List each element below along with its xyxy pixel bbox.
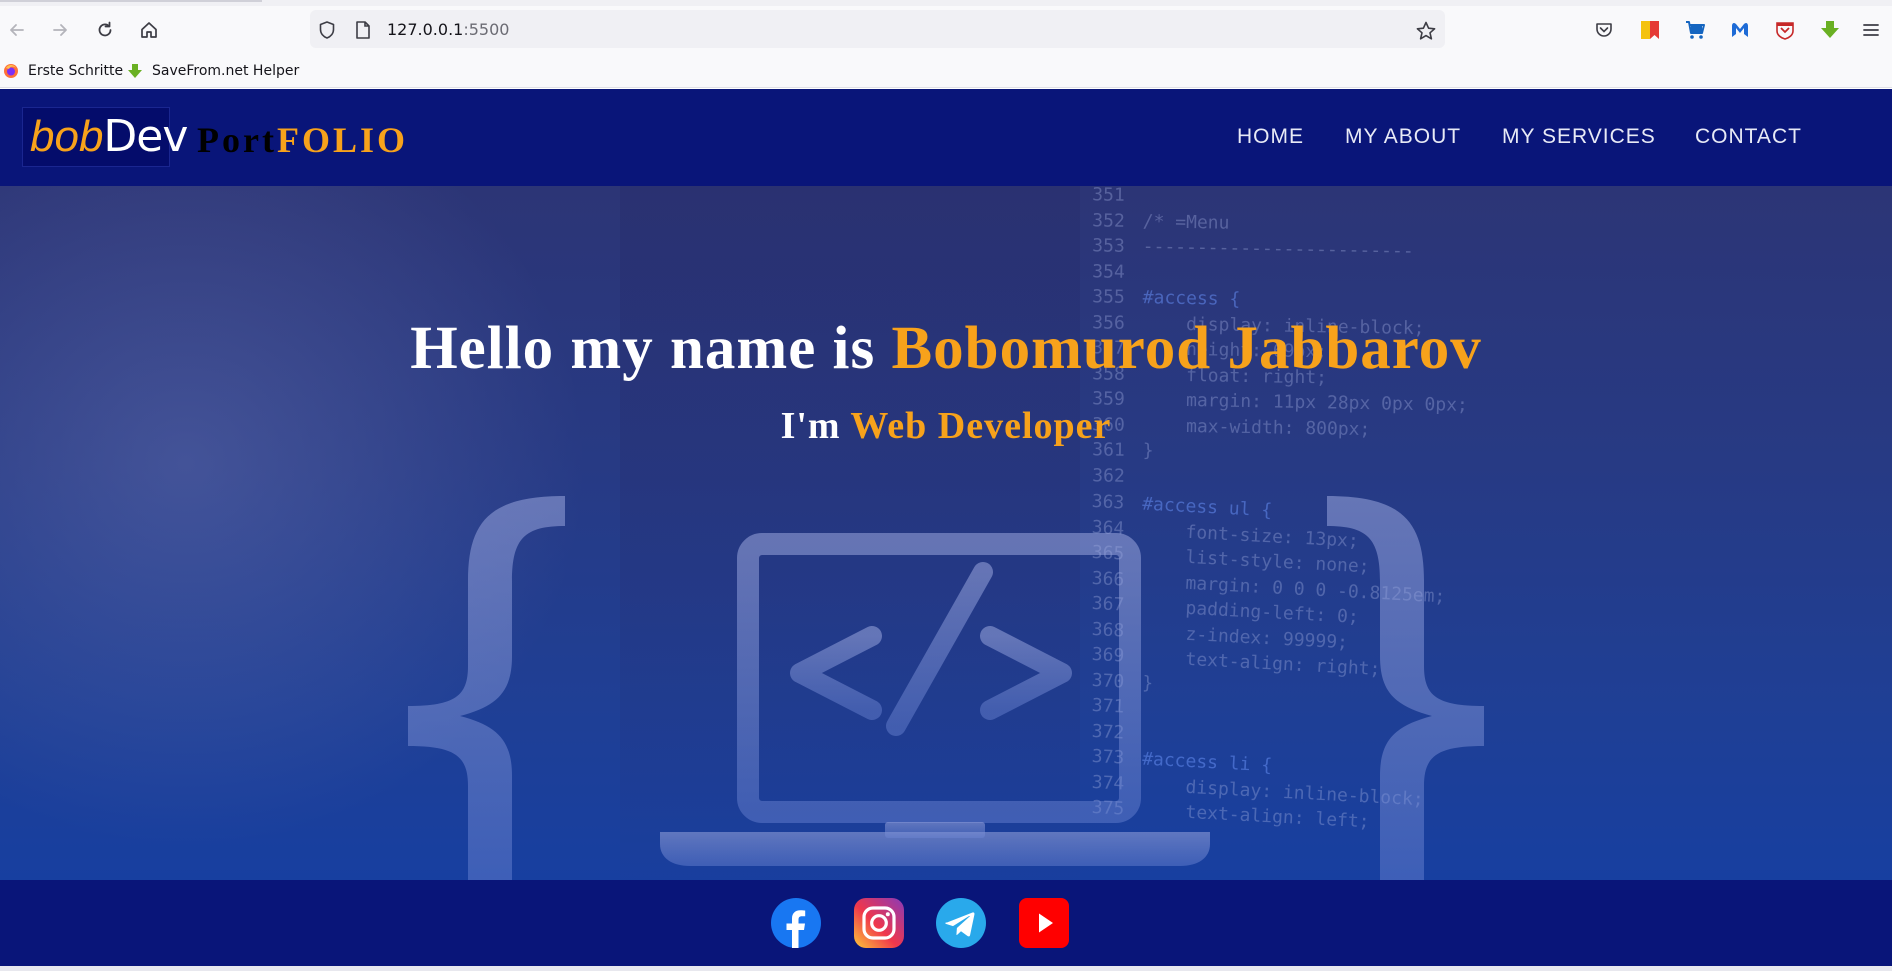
mcafee-button[interactable] [1772, 17, 1798, 43]
hero-subtitle-role: Web Developer [850, 405, 1112, 447]
url-host: 127.0.0.1 [387, 20, 464, 39]
bookmarks-bar: Erste Schritte SaveFrom.net Helper [0, 56, 1892, 88]
reload-icon [98, 21, 112, 37]
menu-icon [1863, 24, 1879, 36]
download-ext-button[interactable] [1817, 17, 1843, 43]
mcafee-icon [1776, 22, 1794, 40]
nav-home[interactable]: HOME [1237, 125, 1304, 149]
forward-icon [53, 24, 67, 36]
brand-part-port: Port [197, 120, 277, 160]
youtube-icon [1019, 898, 1069, 948]
facebook-icon [771, 898, 821, 948]
star-icon[interactable] [1415, 20, 1437, 42]
active-tab-indicator [0, 0, 262, 2]
forward-button[interactable] [45, 15, 75, 45]
url-port: :5500 [463, 20, 510, 39]
pocket-icon [1596, 23, 1612, 37]
left-brace-icon [408, 496, 565, 880]
instagram-link[interactable] [854, 898, 904, 948]
savefrom-icon [126, 62, 144, 80]
instagram-icon [854, 898, 904, 948]
firefox-icon [2, 62, 20, 80]
site-logo[interactable]: bob Dev [22, 107, 188, 167]
code-tag-icon [790, 562, 1072, 736]
malwarebytes-button[interactable] [1727, 17, 1753, 43]
malwarebytes-icon [1732, 22, 1748, 37]
url-bar[interactable]: 127.0.0.1:5500 [310, 10, 1445, 48]
window-bottom-edge [0, 966, 1892, 971]
hero-title-name: Bobomurod Jabbarov [891, 315, 1482, 382]
bookmark-label: Erste Schritte [28, 63, 124, 79]
download-ext-icon [1821, 21, 1839, 38]
bookmark-savefrom[interactable]: SaveFrom.net Helper [126, 62, 299, 80]
bookmark-ext-button[interactable] [1637, 17, 1663, 43]
browser-toolbar: 127.0.0.1:5500 [0, 6, 1892, 56]
cart-icon [1686, 21, 1705, 39]
right-brace-icon [1327, 496, 1484, 880]
hero-title-prefix: Hello my name is [410, 315, 892, 382]
cart-button[interactable] [1682, 17, 1708, 43]
hero-subtitle: I'm Web Developer [0, 404, 1892, 448]
back-icon [10, 24, 24, 36]
nav-my-about[interactable]: MY ABOUT [1345, 125, 1461, 149]
nav-my-services[interactable]: MY SERVICES [1502, 125, 1656, 149]
site-footer [0, 880, 1892, 966]
home-button[interactable] [134, 15, 164, 45]
brand-title: PortFOLIO [197, 119, 408, 161]
logo-part-bob: bob [30, 112, 104, 161]
bookmark-ext-icon [1641, 21, 1659, 39]
shield-icon[interactable] [317, 20, 337, 40]
logo-part-dev: Dev [103, 111, 188, 162]
site-header: bob Dev PortFOLIO HOME MY ABOUT MY SERVIC… [0, 89, 1892, 186]
url-text[interactable]: 127.0.0.1:5500 [387, 20, 509, 39]
pocket-button[interactable] [1591, 17, 1617, 43]
back-button[interactable] [2, 15, 32, 45]
laptop-icon [660, 533, 1210, 866]
hero-title: Hello my name is Bobomurod Jabbarov [0, 314, 1892, 384]
web-page: bob Dev PortFOLIO HOME MY ABOUT MY SERVIC… [0, 89, 1892, 966]
hero-subtitle-prefix: I'm [780, 405, 851, 447]
page-icon[interactable] [354, 20, 372, 40]
code-illustration [408, 496, 1484, 880]
bookmark-erste-schritte[interactable]: Erste Schritte [2, 62, 123, 80]
telegram-link[interactable] [936, 898, 986, 948]
nav-contact[interactable]: CONTACT [1695, 125, 1802, 149]
youtube-link[interactable] [1019, 898, 1069, 948]
hero-section: 351 352/* =Menu 353 -----------------------… [0, 186, 1892, 880]
reload-button[interactable] [90, 15, 120, 45]
home-icon [141, 22, 157, 38]
menu-button[interactable] [1858, 17, 1884, 43]
bookmark-label: SaveFrom.net Helper [152, 63, 300, 79]
brand-part-folio: FOLIO [276, 120, 408, 160]
telegram-icon [936, 898, 986, 948]
facebook-link[interactable] [771, 898, 821, 948]
